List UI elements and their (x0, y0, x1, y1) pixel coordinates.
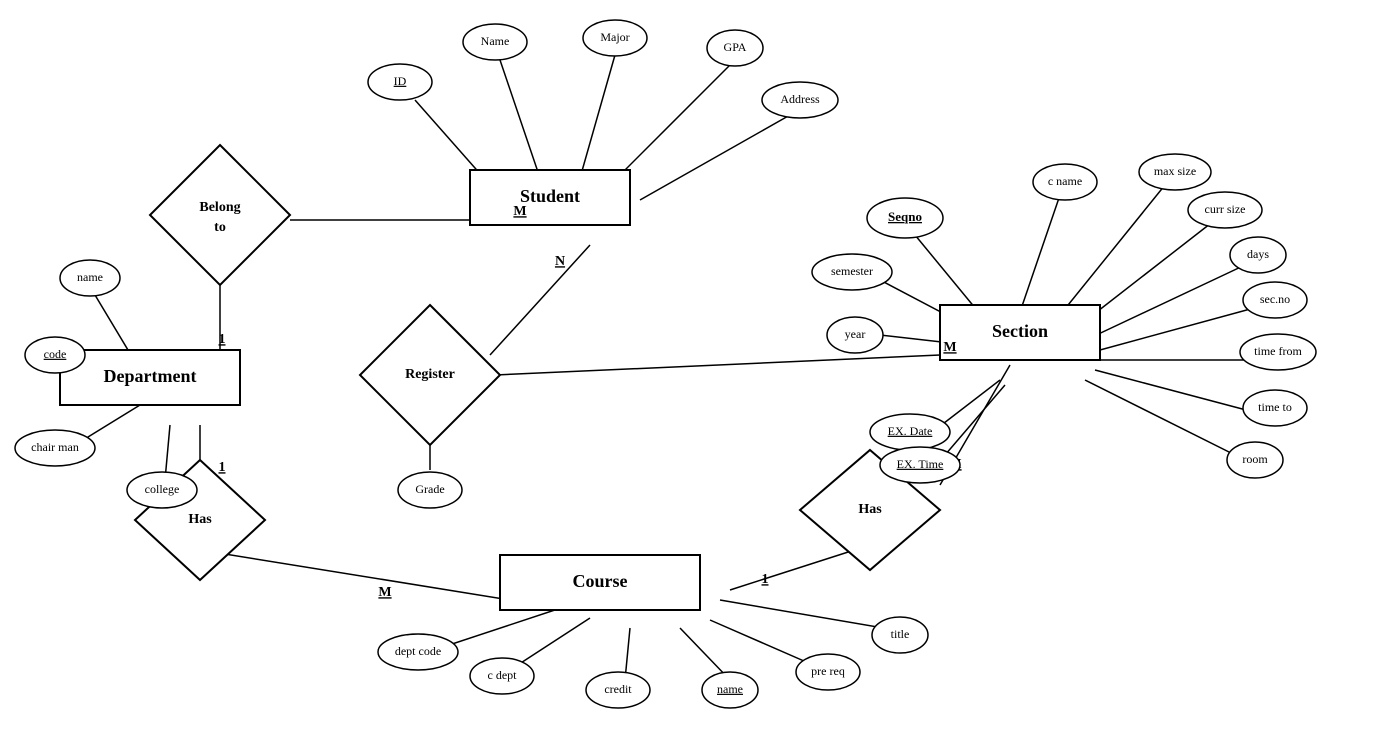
attr-section-cname-label: c name (1048, 174, 1082, 188)
attr-course-prereq-label: pre req (811, 664, 845, 678)
attr-section-seqno-label: Seqno (888, 209, 922, 224)
attr-dept-chairman-label: chair man (31, 440, 79, 454)
attr-student-address-label: Address (780, 92, 820, 106)
attr-section-extime-label: EX. Time (897, 457, 944, 471)
attr-section-timefrom-label: time from (1254, 344, 1302, 358)
attr-course-name-label: name (717, 682, 743, 696)
attr-section-timeto-label: time to (1258, 400, 1292, 414)
attr-student-name-label: Name (481, 34, 510, 48)
attr-section-year-label: year (845, 327, 866, 341)
department-label: Department (104, 366, 197, 386)
card-has-dept-dept: 1 (219, 460, 226, 475)
attr-dept-code-label: code (44, 347, 67, 361)
has-dept-label: Has (188, 512, 212, 527)
card-belong-student: M (513, 204, 526, 219)
attr-student-id-label: ID (394, 74, 407, 88)
attr-dept-college-label: college (145, 482, 180, 496)
attr-course-title-label: title (891, 627, 910, 641)
belong-to-label2: to (214, 220, 226, 235)
attr-course-deptcode-label: dept code (395, 644, 441, 658)
attr-course-credit-label: credit (604, 682, 632, 696)
attr-section-room-label: room (1242, 452, 1268, 466)
card-register-section: M (943, 340, 956, 355)
attr-section-currsize-label: curr size (1205, 202, 1246, 216)
attr-course-cdept-label: c dept (488, 668, 518, 682)
attr-student-major-label: Major (600, 30, 629, 44)
attr-dept-name-label: name (77, 270, 103, 284)
section-label: Section (992, 321, 1048, 341)
attr-section-secno-label: sec.no (1260, 292, 1290, 306)
card-register-student: N (555, 254, 565, 269)
attr-student-gpa-label: GPA (724, 40, 747, 54)
card-belong-dept: 1 (219, 332, 226, 347)
register-label: Register (405, 367, 455, 382)
attr-register-grade-label: Grade (415, 482, 444, 496)
student-label: Student (520, 186, 580, 206)
has-section-label: Has (858, 502, 882, 517)
attr-section-days-label: days (1247, 247, 1269, 261)
course-label: Course (573, 571, 628, 591)
attr-section-semester-label: semester (831, 264, 873, 278)
card-has-dept-course: M (378, 585, 391, 600)
belong-to-label: Belong (199, 200, 240, 215)
card-has-section-course: 1 (762, 572, 769, 587)
attr-section-maxsize-label: max size (1154, 164, 1196, 178)
er-diagram: Belong to Register Has Has Student Depar… (0, 0, 1378, 730)
attr-section-exdate-label: EX. Date (888, 424, 933, 438)
